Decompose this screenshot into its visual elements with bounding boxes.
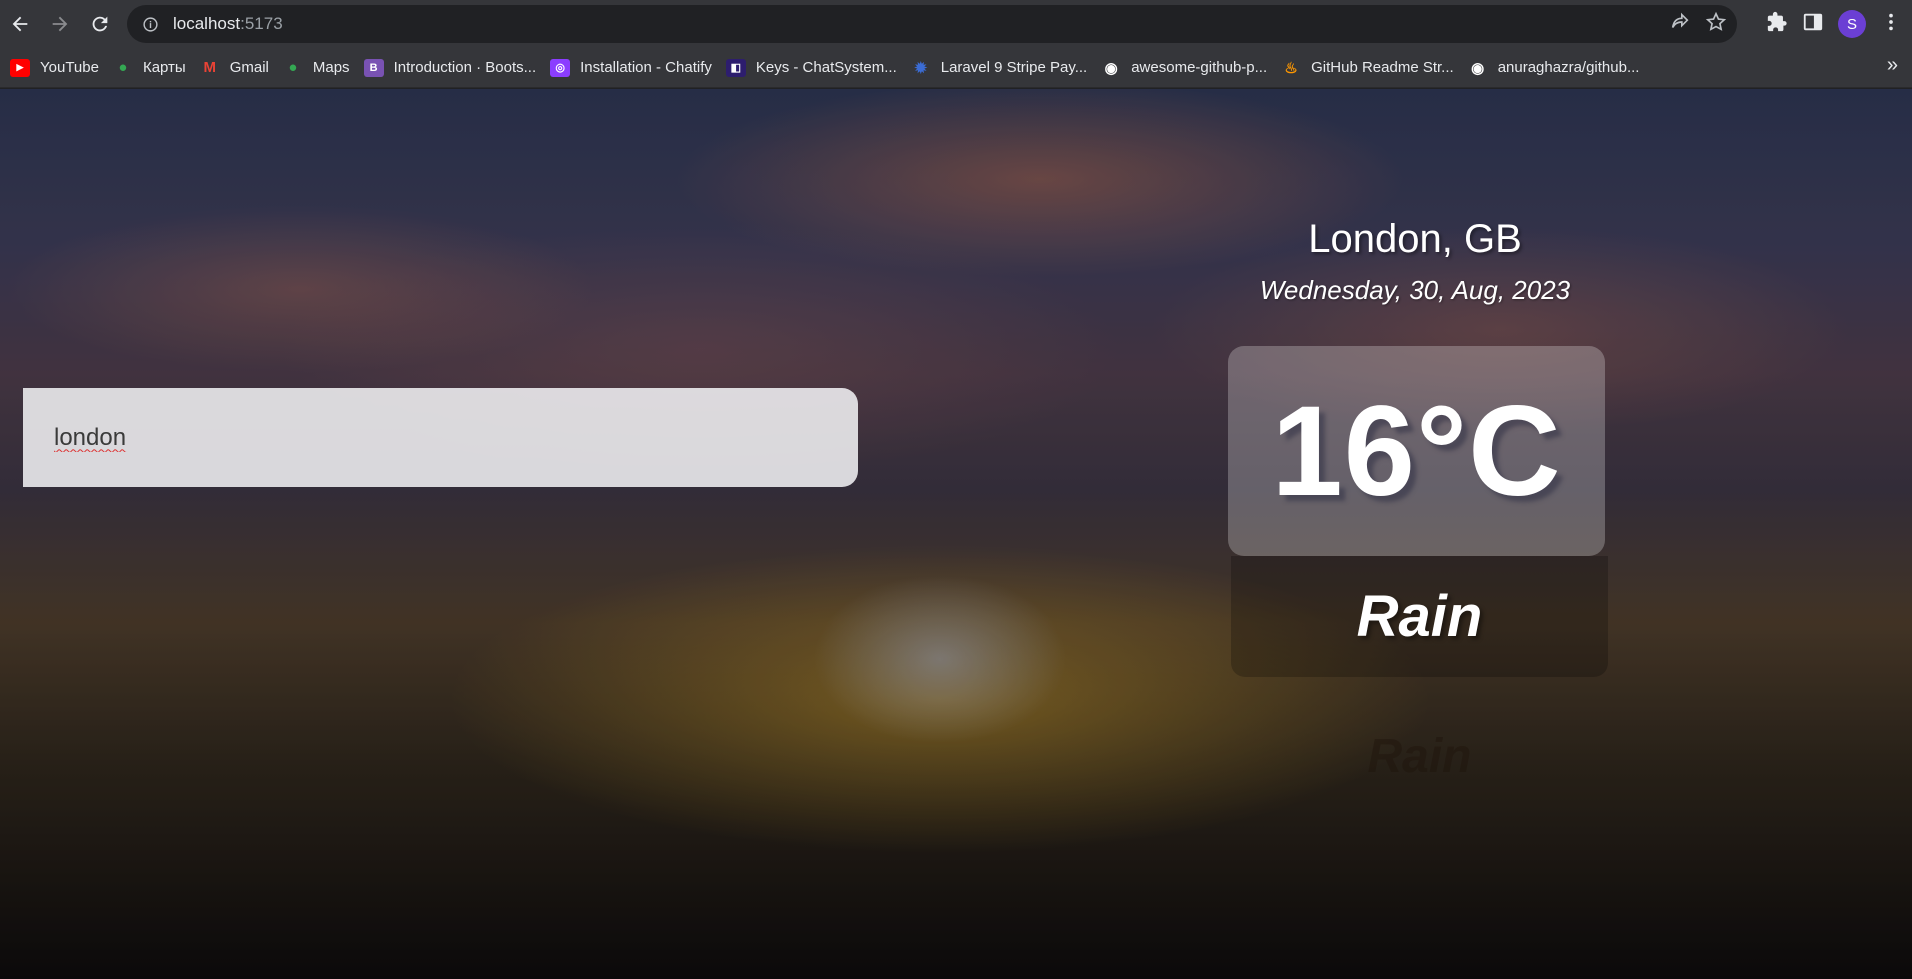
current-date: Wednesday, 30, Aug, 2023 [1259,275,1571,305]
condition-card: Rain [1231,556,1608,677]
side-panel-icon[interactable] [1802,11,1824,38]
bookmark-label: Laravel 9 Stripe Pay... [940,59,1088,76]
city-search-input[interactable] [54,423,818,452]
chatify-icon: ◎ [550,58,571,77]
url-text: localhost:5173 [173,14,283,34]
reload-icon [92,16,108,32]
github-icon: ◉ [1471,59,1485,77]
profile-avatar[interactable]: S [1838,10,1866,38]
bookmark-item[interactable]: ✹ Laravel 9 Stripe Pay... [909,54,1099,82]
bookmark-label: YouTube [40,59,99,76]
weather-condition: Rain [1356,584,1483,649]
youtube-icon: ▶ [10,58,30,77]
search-box[interactable] [23,388,858,487]
extensions-icon[interactable] [1766,11,1788,38]
url-port: :5173 [240,14,283,33]
forward-button[interactable] [40,4,80,44]
location-title: London, GB [1308,217,1522,261]
maps-pin-icon: ● [288,59,298,76]
bookmark-label: awesome-github-p... [1131,59,1268,76]
bookmark-item[interactable]: ◎ Installation - Chatify [548,54,724,82]
keys-icon: ◧ [725,58,746,77]
temperature-value: 16°C [1271,379,1562,523]
url-host: localhost [173,14,241,33]
bookmark-item[interactable]: ♨ GitHub Readme Str... [1279,54,1466,82]
bookmark-item[interactable]: ◉ awesome-github-p... [1099,54,1279,82]
bookmark-item[interactable]: B Introduction · Boots... [362,54,549,82]
back-button[interactable] [0,4,40,44]
menu-dots-icon[interactable] [1880,11,1902,38]
bookmark-label: Gmail [229,59,269,76]
bookmark-label: GitHub Readme Str... [1311,59,1454,76]
bookmarks-overflow-icon[interactable]: » [1887,54,1898,77]
weather-condition-shadow: Rain [1367,730,1472,783]
info-icon[interactable] [141,15,159,33]
gear-icon: ✹ [914,59,928,77]
bookmark-label: Keys - ChatSystem... [755,59,897,76]
address-bar[interactable]: localhost:5173 [127,5,1737,43]
temperature-card: 16°C [1228,346,1605,556]
gmail-icon: M [203,59,216,76]
bookmark-item[interactable]: M Gmail [198,54,281,82]
bookmark-label: Карты [142,59,186,76]
arrow-right-icon [52,16,68,32]
bookmark-label: anuraghazra/github... [1497,59,1640,76]
bootstrap-icon: B [363,58,384,77]
bookmark-item[interactable]: ◉ anuraghazra/github... [1466,54,1652,82]
bookmark-label: Maps [312,59,350,76]
maps-pin-icon: ● [118,59,128,76]
star-icon[interactable] [1705,11,1727,38]
bookmark-item[interactable]: ● Maps [281,54,362,82]
bookmark-label: Introduction · Boots... [393,59,537,76]
bookmarks-bar: ▶ YouTube ● Карты M Gmail ● Maps B Introduction ·… [0,48,1912,88]
github-icon: ◉ [1104,59,1118,77]
bookmark-label: Installation - Chatify [580,59,712,76]
bookmark-item[interactable]: ● Карты [111,54,198,82]
weather-app-page: London, GB Wednesday, 30, Aug, 2023 16°C… [0,89,1912,979]
bookmark-item[interactable]: ◧ Keys - ChatSystem... [724,54,909,82]
reload-button[interactable] [80,4,120,44]
share-icon[interactable] [1669,11,1691,38]
browser-toolbar: localhost:5173 S [0,0,1912,48]
fire-icon: ♨ [1284,59,1298,77]
arrow-left-icon [12,16,28,32]
bookmark-item[interactable]: ▶ YouTube [8,54,111,82]
